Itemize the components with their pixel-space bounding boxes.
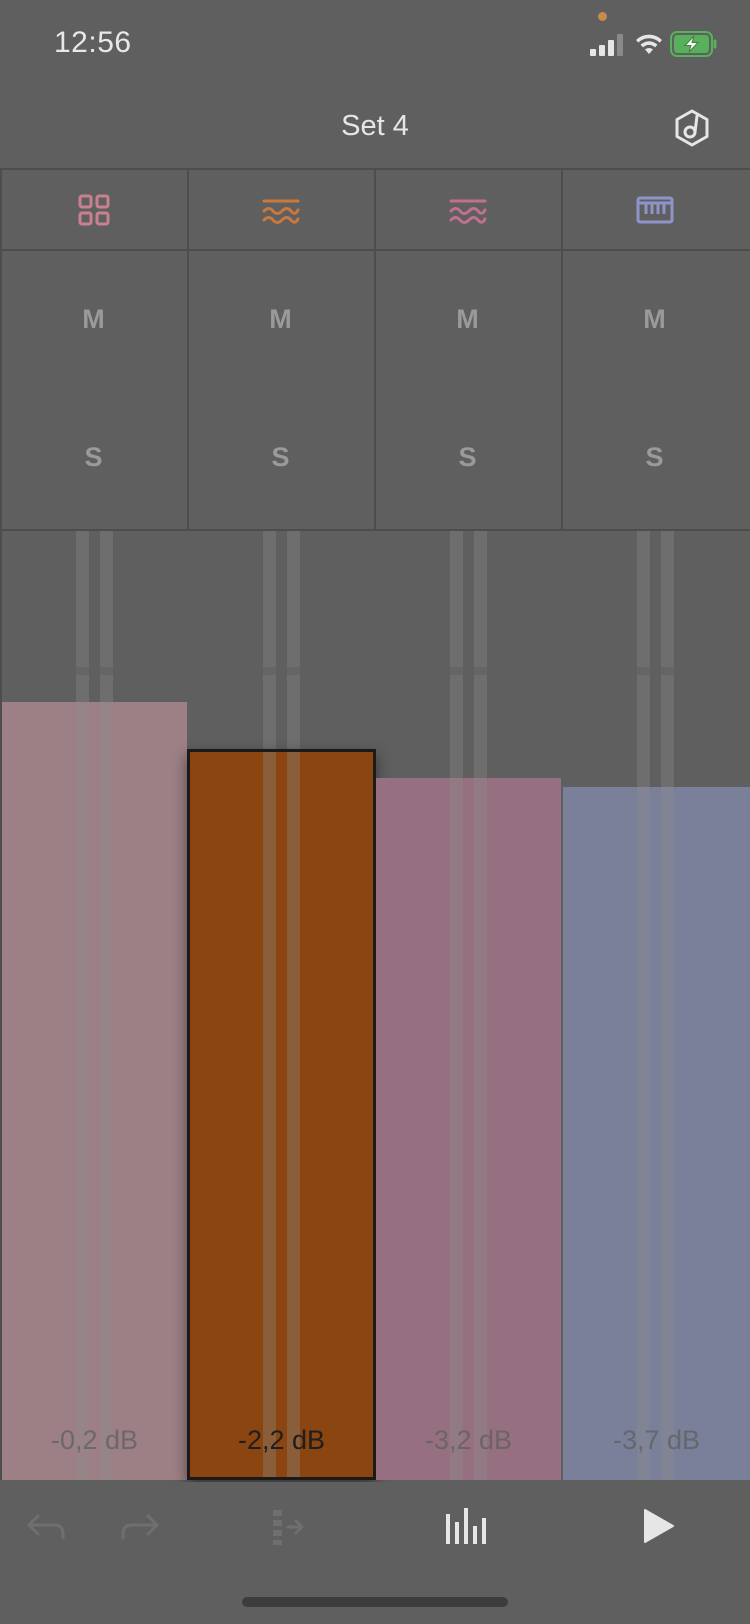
redo-icon[interactable]: [118, 1504, 162, 1548]
divider: [561, 168, 563, 531]
volume-fader-track-3[interactable]: -3,2 dB: [376, 531, 561, 1480]
mute-button-track-3[interactable]: M: [374, 304, 561, 335]
wavetable-waves-icon[interactable]: [261, 190, 301, 230]
drum-rack-grid-icon[interactable]: [74, 190, 114, 230]
set-title[interactable]: Set 4: [0, 110, 750, 143]
status-bar: 12:56: [0, 0, 750, 90]
solo-button-track-1[interactable]: S: [0, 442, 187, 473]
level-meter-left: [450, 531, 463, 1480]
selected-fader-outline: [187, 749, 376, 1480]
level-meter-right: [661, 531, 674, 1480]
mute-button-track-2[interactable]: M: [187, 304, 374, 335]
db-readout: -3,7 dB: [612, 1425, 701, 1455]
level-meter-left: [76, 531, 89, 1480]
divider: [374, 168, 376, 531]
top-bar: Set 4: [0, 90, 750, 168]
mute-button-track-1[interactable]: M: [0, 304, 187, 335]
wifi-icon: [636, 34, 662, 54]
level-meter-right: [474, 531, 487, 1480]
camera-indicator-dot: [598, 12, 607, 21]
solo-button-track-4[interactable]: S: [561, 442, 748, 473]
fader-fill: [2, 702, 187, 1480]
solo-button-track-3[interactable]: S: [374, 442, 561, 473]
volume-fader-track-2[interactable]: -2,2 dB: [187, 531, 376, 1480]
level-meter-left: [637, 531, 650, 1480]
volume-fader-track-1[interactable]: -0,2 dB: [2, 531, 187, 1480]
undo-icon[interactable]: [24, 1504, 68, 1548]
home-indicator: [242, 1597, 508, 1607]
session-settings-icon[interactable]: [672, 108, 712, 148]
battery-charging-icon: [670, 31, 717, 57]
fader-fill: [563, 787, 750, 1480]
db-readout: -0,2 dB: [50, 1425, 139, 1455]
db-readout: -3,2 dB: [424, 1425, 513, 1455]
cellular-signal-icon: [590, 34, 623, 56]
keyboard-icon[interactable]: [635, 190, 675, 230]
divider: [187, 168, 189, 531]
solo-button-track-2[interactable]: S: [187, 442, 374, 473]
status-time: 12:56: [54, 26, 132, 59]
insert-clip-icon[interactable]: [268, 1504, 312, 1548]
level-meter-right: [100, 531, 113, 1480]
fader-fill: [376, 778, 561, 1480]
waves-icon[interactable]: [448, 190, 488, 230]
mixer-icon[interactable]: [442, 1504, 486, 1548]
play-icon[interactable]: [636, 1504, 680, 1548]
mixer-screen: 12:56 Set 4 M M M M S S S S -0,2 dB -2,2…: [0, 0, 750, 1624]
volume-fader-track-4[interactable]: -3,7 dB: [563, 531, 750, 1480]
mute-button-track-4[interactable]: M: [561, 304, 748, 335]
